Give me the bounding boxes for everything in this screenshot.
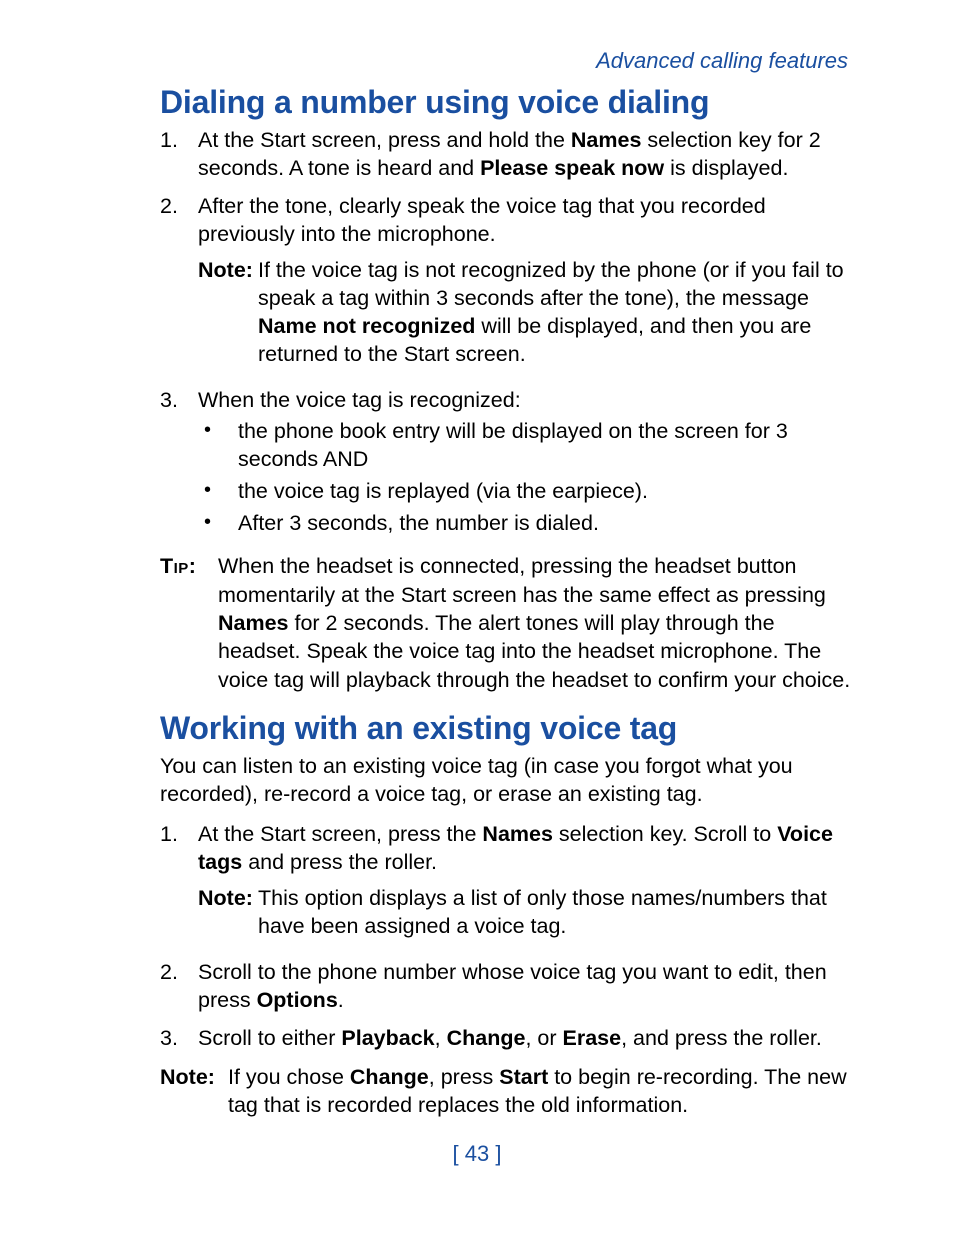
step-number: 2. bbox=[160, 959, 198, 1015]
section-label: Advanced calling features bbox=[100, 48, 854, 74]
text-run: the phone book entry will be displayed o… bbox=[238, 418, 854, 474]
bold-run: Change bbox=[447, 1026, 526, 1050]
note-body: This option displays a list of only thos… bbox=[258, 885, 854, 941]
text-run: When the headset is connected, pressing … bbox=[218, 554, 826, 606]
list-item: 1. At the Start screen, press and hold t… bbox=[160, 127, 854, 183]
note-label: Note: bbox=[198, 885, 258, 941]
bold-run: Names bbox=[571, 128, 642, 152]
text-run: Scroll to either bbox=[198, 1026, 341, 1050]
note-label: Note: bbox=[198, 257, 258, 369]
bullet-item: the voice tag is replayed (via the earpi… bbox=[198, 478, 854, 506]
text-run: If the voice tag is not recognized by th… bbox=[258, 258, 844, 310]
bold-run: Playback bbox=[341, 1026, 434, 1050]
tip-label: Tip: bbox=[160, 554, 196, 578]
text-run: At the Start screen, press and hold the bbox=[198, 128, 571, 152]
bold-run: Change bbox=[350, 1065, 429, 1089]
intro-text: You can listen to an existing voice tag … bbox=[160, 753, 854, 809]
bold-run: Names bbox=[482, 822, 553, 846]
note-block: Note: If the voice tag is not recognized… bbox=[198, 257, 854, 369]
text-run: At the Start screen, press the bbox=[198, 822, 482, 846]
step-number: 1. bbox=[160, 127, 198, 183]
text-run: , or bbox=[525, 1026, 562, 1050]
step-number: 2. bbox=[160, 193, 198, 377]
text-run: . bbox=[338, 988, 344, 1012]
section1-body: 1. At the Start screen, press and hold t… bbox=[160, 127, 854, 542]
list-item: 3. When the voice tag is recognized: the… bbox=[160, 387, 854, 543]
text-run: , press bbox=[429, 1065, 500, 1089]
bold-run: Options bbox=[257, 988, 338, 1012]
text-run: for 2 seconds. The alert tones will play… bbox=[218, 611, 850, 692]
text-run: If you chose bbox=[228, 1065, 350, 1089]
text-run: the voice tag is replayed (via the earpi… bbox=[238, 478, 648, 506]
text-run: and press the roller. bbox=[242, 850, 437, 874]
step-number: 1. bbox=[160, 821, 198, 949]
list-item: 3. Scroll to either Playback, Change, or… bbox=[160, 1025, 854, 1053]
text-run: After the tone, clearly speak the voice … bbox=[198, 194, 766, 246]
text-run: selection key. Scroll to bbox=[553, 822, 777, 846]
list-item: 2. After the tone, clearly speak the voi… bbox=[160, 193, 854, 377]
list-item: 1. At the Start screen, press the Names … bbox=[160, 821, 854, 949]
text-run: is displayed. bbox=[664, 156, 788, 180]
text-run: , and press the roller. bbox=[621, 1026, 822, 1050]
heading-dialing: Dialing a number using voice dialing bbox=[160, 84, 854, 121]
note-label: Note: bbox=[160, 1063, 228, 1120]
text-run: After 3 seconds, the number is dialed. bbox=[238, 510, 599, 538]
text-run: , bbox=[435, 1026, 447, 1050]
page-number: [ 43 ] bbox=[100, 1141, 854, 1167]
note-block: Note: If you chose Change, press Start t… bbox=[160, 1063, 854, 1120]
bold-run: Please speak now bbox=[480, 156, 664, 180]
tip-block: Tip: When the headset is connected, pres… bbox=[160, 552, 854, 694]
section2-body: 1. At the Start screen, press the Names … bbox=[160, 821, 854, 1053]
step-number: 3. bbox=[160, 1025, 198, 1053]
bold-run: Start bbox=[499, 1065, 548, 1089]
heading-working: Working with an existing voice tag bbox=[160, 710, 854, 747]
note-block: Note: This option displays a list of onl… bbox=[198, 885, 854, 941]
step-number: 3. bbox=[160, 387, 198, 543]
bullet-item: the phone book entry will be displayed o… bbox=[198, 418, 854, 474]
bold-run: Names bbox=[218, 611, 289, 635]
list-item: 2. Scroll to the phone number whose voic… bbox=[160, 959, 854, 1015]
bold-run: Name not recognized bbox=[258, 314, 475, 338]
text-run: When the voice tag is recognized: bbox=[198, 388, 521, 412]
bold-run: Erase bbox=[562, 1026, 621, 1050]
document-page: Advanced calling features Dialing a numb… bbox=[0, 0, 954, 1197]
bullet-item: After 3 seconds, the number is dialed. bbox=[198, 510, 854, 538]
